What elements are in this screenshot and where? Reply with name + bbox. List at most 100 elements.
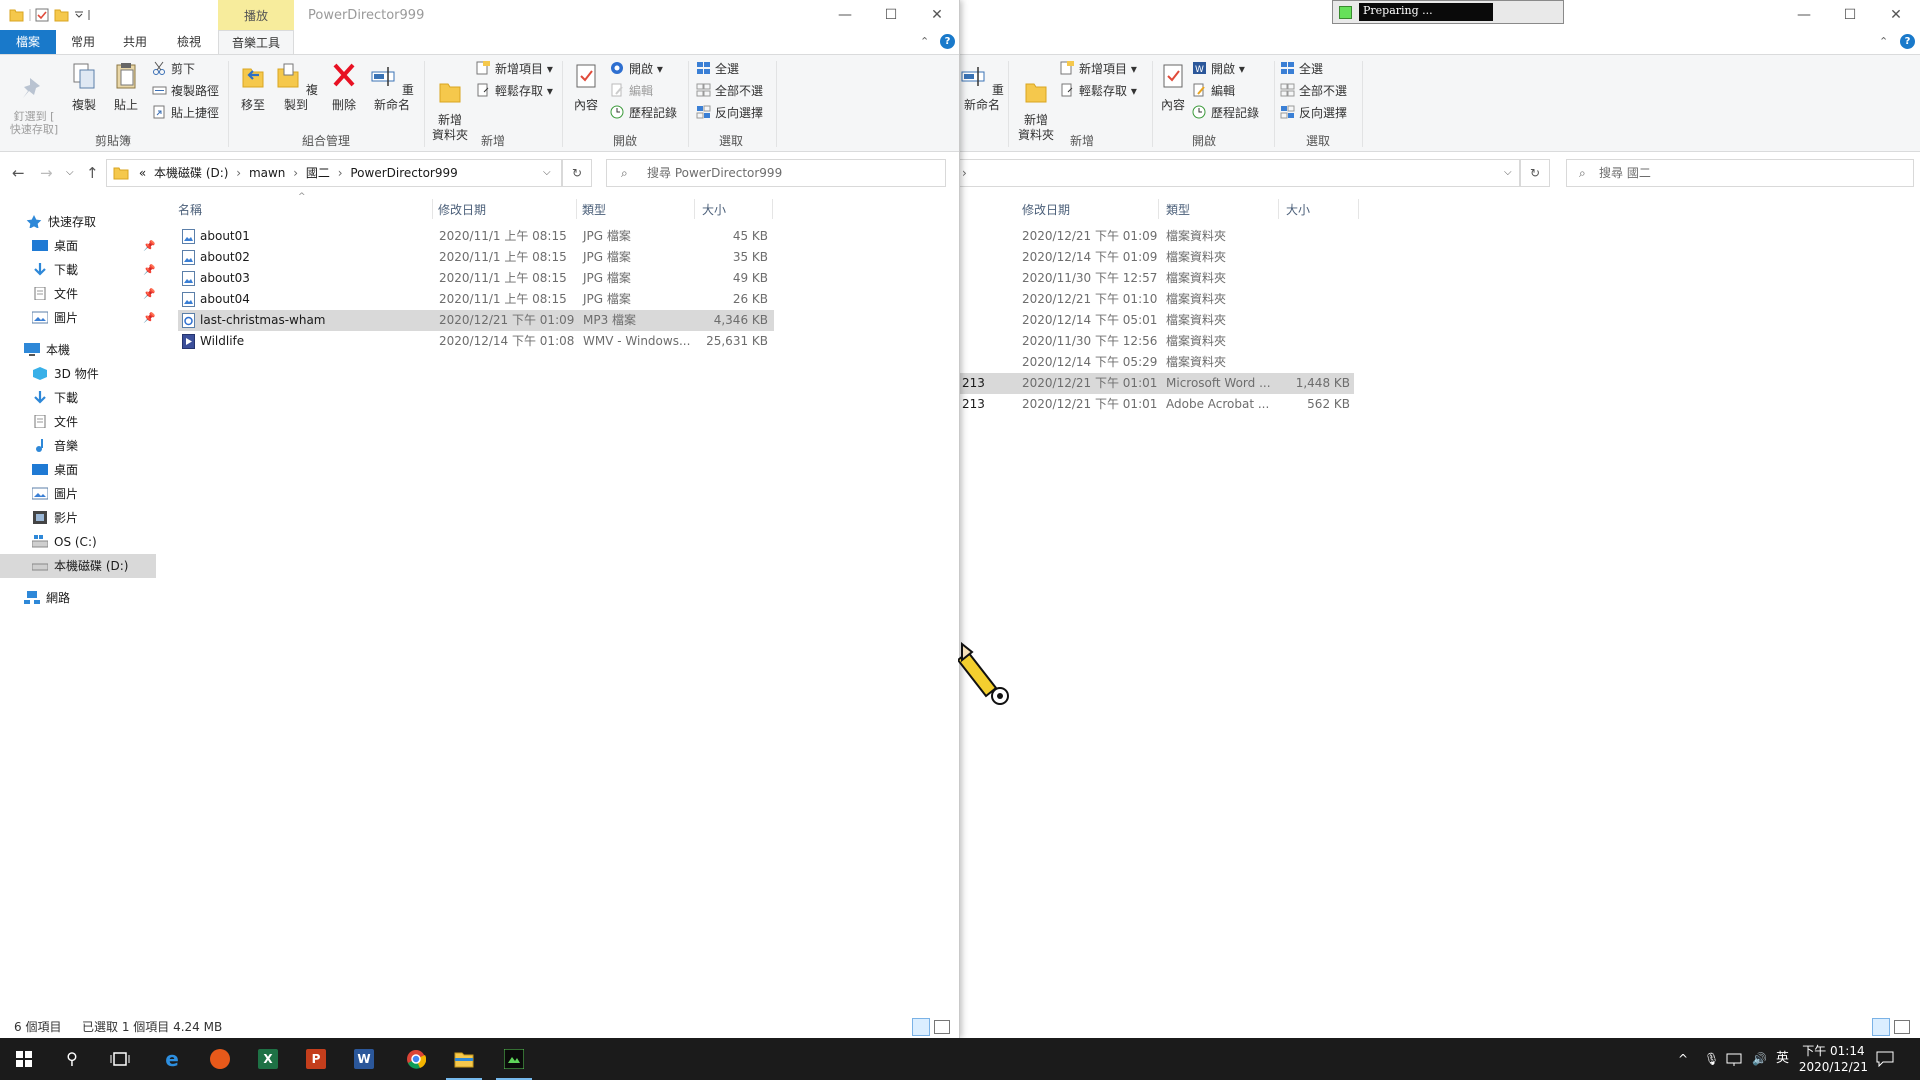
rename-button[interactable]: 重新命名 <box>960 61 1004 113</box>
tab-file[interactable]: 檔案 <box>0 30 56 54</box>
action-center-button[interactable] <box>1876 1038 1894 1080</box>
edit-button[interactable]: 編輯 <box>1192 81 1235 101</box>
back-button[interactable]: ← <box>12 164 25 182</box>
input-method-indicator[interactable]: 英 <box>1776 1038 1789 1080</box>
address-bar[interactable]: « 本機磁碟 (D:) › mawn › 國二 › PowerDirector9… <box>106 159 562 187</box>
delete-button[interactable]: 刪除 <box>326 61 362 113</box>
network-status-icon[interactable] <box>1726 1038 1742 1080</box>
nav-network[interactable]: 網路 <box>24 587 70 609</box>
edit-button[interactable]: 編輯 <box>610 81 653 101</box>
file-row[interactable]: about02 2020/11/1 上午 08:15 JPG 檔案 35 KB <box>178 247 774 268</box>
new-item-button[interactable]: 新增項目 ▾ <box>1060 59 1137 79</box>
search-input[interactable]: ⌕ 搜尋 國二 <box>1566 159 1914 187</box>
column-header-date[interactable]: 修改日期 <box>1022 199 1070 221</box>
move-to-button[interactable]: 移至 <box>234 61 272 113</box>
nav-qa-pictures[interactable]: 圖片 <box>32 307 78 329</box>
rename-button[interactable]: 重新命名 <box>366 61 418 113</box>
properties-button[interactable]: 內容 <box>568 61 604 113</box>
history-button[interactable]: 歷程記錄 <box>610 103 677 123</box>
new-folder-button[interactable]: 新增 資料夾 <box>428 61 472 143</box>
breadcrumb-drive[interactable]: 本機磁碟 (D:) <box>154 166 228 180</box>
select-all-button[interactable]: 全選 <box>1280 59 1323 79</box>
column-header-type[interactable]: 類型 <box>1166 199 1190 221</box>
nav-pc-downloads[interactable]: 下載 <box>32 387 78 409</box>
paste-button[interactable]: 貼上 <box>108 61 144 113</box>
select-none-button[interactable]: 全部不選 <box>696 81 763 101</box>
nav-this-pc[interactable]: 本機 <box>24 339 70 361</box>
help-icon[interactable]: ? <box>940 34 955 49</box>
breadcrumb-chevron-icon[interactable]: › <box>293 166 298 180</box>
taskbar-search-button[interactable]: ⚲ <box>48 1038 96 1080</box>
collapse-ribbon-icon[interactable]: ⌃ <box>920 35 929 48</box>
task-view-button[interactable] <box>96 1038 144 1080</box>
copy-path-button[interactable]: 複製路徑 <box>152 81 219 101</box>
show-hidden-icons-button[interactable]: ^ <box>1678 1038 1688 1080</box>
nav-qa-downloads[interactable]: 下載 <box>32 259 78 281</box>
history-button[interactable]: 歷程記錄 <box>1192 103 1259 123</box>
tab-view[interactable]: 檢視 <box>168 30 210 54</box>
large-icons-view-button[interactable] <box>934 1020 950 1034</box>
open-button[interactable]: W 開啟 ▾ <box>1192 59 1245 79</box>
nav-pc-pictures[interactable]: 圖片 <box>32 483 78 505</box>
open-button[interactable]: 開啟 ▾ <box>610 59 663 79</box>
nav-pc-desktop[interactable]: 桌面 <box>32 459 78 481</box>
breadcrumb-chevron-icon[interactable]: › <box>338 166 343 180</box>
large-icons-view-button[interactable] <box>1894 1020 1910 1034</box>
pin-icon[interactable]: 📌 <box>143 241 155 252</box>
new-item-button[interactable]: 新增項目 ▾ <box>476 59 553 79</box>
file-row[interactable]: Wildlife 2020/12/14 下午 01:08 WMV - Windows… <box>178 331 774 352</box>
taskbar-powerpoint[interactable]: P <box>292 1038 340 1080</box>
details-view-button[interactable] <box>912 1018 930 1036</box>
file-row[interactable]: 2020/12/14 下午 01:09 檔案資料夾 <box>960 247 1354 268</box>
up-button[interactable]: ↑ <box>86 164 99 182</box>
file-row[interactable]: 2020/12/21 下午 01:09 檔案資料夾 <box>960 226 1354 247</box>
taskbar-recorder-app[interactable] <box>490 1038 538 1080</box>
breadcrumb-current[interactable]: PowerDirector999 <box>350 166 457 180</box>
minimize-button[interactable]: — <box>1781 0 1827 30</box>
taskbar-edge[interactable]: e <box>148 1038 196 1080</box>
file-row[interactable]: 2020/11/30 下午 12:57 檔案資料夾 <box>960 268 1354 289</box>
file-row[interactable]: 2020/12/21 下午 01:10 檔案資料夾 <box>960 289 1354 310</box>
file-row[interactable]: 2020/11/30 下午 12:56 檔案資料夾 <box>960 331 1354 352</box>
nav-pc-videos[interactable]: 影片 <box>32 507 78 529</box>
column-header-size[interactable]: 大小 <box>1286 199 1310 221</box>
taskbar-file-explorer[interactable] <box>440 1038 488 1080</box>
context-tab-play[interactable]: 播放 <box>218 0 294 30</box>
file-row[interactable]: 2020/12/14 下午 05:29 檔案資料夾 <box>960 352 1354 373</box>
minimize-button[interactable]: — <box>822 0 868 30</box>
select-all-button[interactable]: 全選 <box>696 59 739 79</box>
breadcrumb-overflow[interactable]: « <box>139 166 146 180</box>
maximize-button[interactable]: ☐ <box>868 0 914 30</box>
close-button[interactable]: ✕ <box>914 0 959 30</box>
breadcrumb-grade2[interactable]: 國二 <box>306 166 330 180</box>
microphone-icon[interactable]: 🎙 <box>1704 1038 1719 1080</box>
properties-button[interactable]: 內容 <box>1156 61 1190 113</box>
pin-quick-access-button[interactable]: 釘選到 [ 快速存取] <box>6 61 62 136</box>
paste-shortcut-button[interactable]: 貼上捷徑 <box>152 103 219 123</box>
file-row[interactable]: 213 2020/12/21 下午 01:01 Microsoft Word ...… <box>960 373 1354 394</box>
breadcrumb-mawn[interactable]: mawn <box>249 166 285 180</box>
select-none-button[interactable]: 全部不選 <box>1280 81 1347 101</box>
column-header-date[interactable]: 修改日期 <box>438 199 486 221</box>
breadcrumb-chevron-icon[interactable]: › <box>236 166 241 180</box>
refresh-button[interactable]: ↻ <box>1520 159 1550 187</box>
taskbar-clock[interactable]: 下午 01:14 2020/12/21 <box>1799 1043 1868 1075</box>
nav-pc-drive-d[interactable]: 本機磁碟 (D:) <box>32 555 128 577</box>
tab-home[interactable]: 常用 <box>62 30 104 54</box>
file-row[interactable]: about04 2020/11/1 上午 08:15 JPG 檔案 26 KB <box>178 289 774 310</box>
cut-button[interactable]: 剪下 <box>152 59 195 79</box>
nav-qa-documents[interactable]: 文件 <box>32 283 78 305</box>
pin-icon[interactable]: 📌 <box>143 265 155 276</box>
address-dropdown-icon[interactable]: ⌵ <box>1504 160 1512 186</box>
tab-music-tools[interactable]: 音樂工具 <box>218 30 294 54</box>
new-folder-button[interactable]: 新增 資料夾 <box>1014 61 1058 143</box>
address-dropdown-icon[interactable]: ⌵ <box>543 160 551 186</box>
search-input[interactable]: ⌕ 搜尋 PowerDirector999 <box>606 159 946 187</box>
taskbar-word[interactable]: W <box>340 1038 388 1080</box>
easy-access-button[interactable]: 輕鬆存取 ▾ <box>476 81 553 101</box>
nav-pc-music[interactable]: 音樂 <box>32 435 78 457</box>
maximize-button[interactable]: ☐ <box>1827 0 1873 30</box>
easy-access-button[interactable]: 輕鬆存取 ▾ <box>1060 81 1137 101</box>
details-view-button[interactable] <box>1872 1018 1890 1036</box>
column-header-name[interactable]: 名稱 <box>178 199 202 221</box>
